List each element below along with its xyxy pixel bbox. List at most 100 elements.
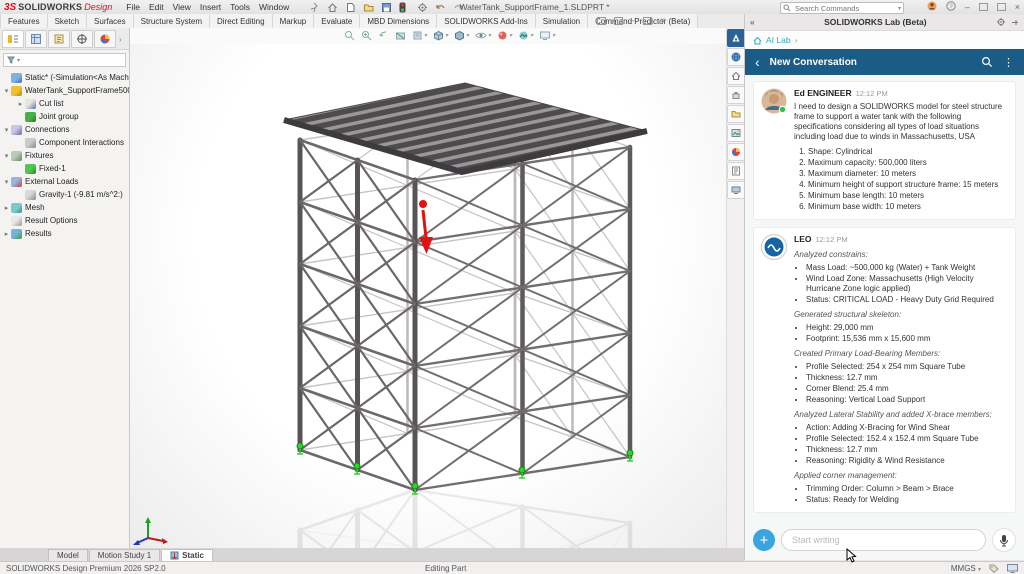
conversation-search-icon[interactable] [981, 56, 993, 68]
open-document-icon[interactable] [363, 2, 374, 13]
options-gear-icon[interactable] [417, 2, 428, 13]
tags-icon[interactable] [989, 564, 999, 573]
tree-item-part[interactable]: ▾WaterTank_SupportFrame500KGall [2, 84, 129, 97]
tree-item-joint-group[interactable]: Joint group [2, 110, 129, 123]
chat-input[interactable] [781, 529, 986, 551]
section-view-icon[interactable] [395, 30, 406, 41]
featuremanager-tree-tab[interactable] [2, 30, 24, 48]
zoom-to-area-icon[interactable] [361, 30, 372, 41]
tree-item-mesh[interactable]: ▸ Mesh [2, 201, 129, 214]
tab-solidworks-add-ins[interactable]: SOLIDWORKS Add-Ins [437, 14, 536, 28]
save-icon[interactable] [381, 2, 392, 13]
tree-item-cut-list[interactable]: ▸ Cut list [2, 97, 129, 110]
menu-tools[interactable]: Tools [230, 2, 250, 12]
tab-structure-system[interactable]: Structure System [133, 14, 210, 28]
solidworks-lab-icon[interactable] [727, 29, 745, 47]
tree-item-connections[interactable]: ▾ Connections [2, 123, 129, 136]
microphone-button[interactable] [992, 528, 1016, 552]
chat-input-row: + [745, 520, 1024, 560]
menu-file[interactable]: File [126, 2, 140, 12]
unit-system[interactable]: MMGS ▾ [951, 564, 981, 573]
tree-item-result-options[interactable]: Result Options [2, 214, 129, 227]
apply-scene-icon[interactable]: ▾ [518, 30, 533, 41]
tab-features[interactable]: Features [0, 14, 48, 28]
custom-properties-icon[interactable] [727, 162, 745, 180]
pin-menu-icon[interactable] [309, 2, 320, 13]
add-attachment-button[interactable]: + [753, 529, 775, 551]
appearances-icon[interactable] [727, 143, 745, 161]
view-orientation-icon[interactable]: ▾ [433, 30, 448, 41]
tab-static-study[interactable]: Static [161, 549, 213, 561]
command-search-input[interactable] [793, 2, 896, 14]
undo-icon[interactable] [435, 2, 446, 13]
tree-item-component-interactions[interactable]: Component Interactions [2, 136, 129, 149]
tree-filter[interactable]: ▾ [3, 53, 126, 67]
home-icon[interactable] [327, 2, 338, 13]
ai-lab-home-icon[interactable] [753, 36, 762, 45]
tree-item-external-loads[interactable]: ▾ External Loads [2, 175, 129, 188]
doc-cascade-icon[interactable] [614, 16, 623, 25]
content-central-icon[interactable] [727, 48, 745, 66]
tab-evaluate[interactable]: Evaluate [314, 14, 361, 28]
dynamic-annotation-icon[interactable]: ▾ [412, 30, 427, 41]
panel-options-gear-icon[interactable] [996, 17, 1006, 27]
configurationmanager-tab[interactable] [48, 30, 70, 48]
conversation-menu-icon[interactable]: ⋮ [1003, 56, 1014, 69]
tab-simulation[interactable]: Simulation [535, 14, 589, 28]
tab-direct-editing[interactable]: Direct Editing [209, 14, 273, 28]
tab-overflow-arrow[interactable]: › [119, 35, 122, 44]
graphics-viewport[interactable] [130, 44, 726, 548]
pin-panel-icon[interactable] [1010, 18, 1019, 27]
menu-window[interactable]: Window [259, 2, 289, 12]
tab-motion-study[interactable]: Motion Study 1 [88, 549, 161, 561]
dimxpertmanager-tab[interactable] [71, 30, 93, 48]
help-icon[interactable]: ? [946, 1, 956, 13]
tree-item-results[interactable]: ▸ Results [2, 227, 129, 240]
tree-item-fixed-1[interactable]: Fixed-1 [2, 162, 129, 175]
tab-markup[interactable]: Markup [272, 14, 315, 28]
command-search[interactable]: ▾ [780, 2, 904, 14]
file-explorer-icon[interactable] [727, 105, 745, 123]
restore-button[interactable] [996, 3, 1006, 11]
search-dropdown-caret[interactable]: ▾ [898, 5, 901, 12]
welcome-home-icon[interactable] [727, 67, 745, 85]
edit-appearance-icon[interactable]: ▾ [497, 30, 512, 41]
menu-insert[interactable]: Insert [200, 2, 221, 12]
propertymanager-tab[interactable] [25, 30, 47, 48]
display-style-icon[interactable]: ▾ [454, 30, 469, 41]
performance-status-icon[interactable] [399, 2, 410, 13]
tab-sketch[interactable]: Sketch [47, 14, 88, 28]
display-state-icon[interactable] [1007, 563, 1018, 573]
toolbox-icon[interactable] [727, 86, 745, 104]
menu-edit[interactable]: Edit [149, 2, 164, 12]
user-avatar-icon[interactable] [927, 1, 937, 13]
back-icon[interactable]: ‹ [755, 55, 760, 69]
tree-item-static-study[interactable]: Static* (-Simulation<As Machinedined [2, 71, 129, 84]
tab-model[interactable]: Model [48, 549, 88, 561]
maximize-button[interactable] [978, 3, 988, 11]
collapse-panel-icon[interactable]: « [750, 17, 755, 27]
minimize-button[interactable]: – [965, 2, 970, 12]
steel-frame-model[interactable] [130, 44, 726, 548]
message-list[interactable]: Ed ENGINEER 12:12 PM I need to design a S… [745, 75, 1024, 520]
previous-view-icon[interactable] [378, 30, 389, 41]
zoom-to-fit-icon[interactable] [344, 30, 355, 41]
forum-icon[interactable] [727, 181, 745, 199]
breadcrumb-ai-lab[interactable]: AI Lab [766, 35, 791, 45]
displaymanager-tab[interactable] [94, 30, 116, 48]
menu-view[interactable]: View [173, 2, 191, 12]
hide-show-items-icon[interactable]: ▾ [475, 30, 491, 41]
doc-restore-icon[interactable] [597, 16, 606, 25]
tab-surfaces[interactable]: Surfaces [87, 14, 134, 28]
close-button[interactable]: × [1015, 2, 1020, 12]
tree-item-fixtures[interactable]: ▾ Fixtures [2, 149, 129, 162]
doc-close-icon[interactable]: × [660, 16, 665, 25]
doc-minimize-icon[interactable]: – [631, 16, 635, 25]
filter-caret: ▾ [17, 57, 21, 64]
view-palette-icon[interactable] [727, 124, 745, 142]
view-settings-icon[interactable]: ▾ [539, 30, 555, 41]
tree-item-gravity[interactable]: Gravity-1 (-9.81 m/s^2:) [2, 188, 129, 201]
tab-mbd-dimensions[interactable]: MBD Dimensions [360, 14, 438, 28]
doc-maximize-icon[interactable] [643, 16, 653, 25]
new-document-icon[interactable] [345, 2, 356, 13]
